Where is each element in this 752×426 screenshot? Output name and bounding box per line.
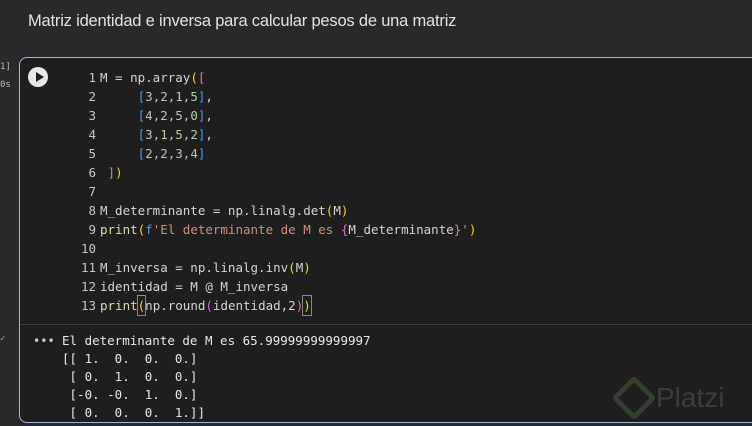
line-number: 1: [88, 70, 96, 85]
line-number: 11: [80, 260, 96, 275]
line-number: 3: [88, 108, 96, 123]
code-line[interactable]: 2 [3,2,1,5],: [62, 87, 476, 106]
code-token: ,: [205, 89, 213, 104]
code-token: 'El determinante de M es: [152, 222, 341, 237]
code-token: np.round: [145, 298, 206, 313]
line-number: 10: [80, 241, 96, 256]
code-line[interactable]: 1 M = np.array([: [62, 68, 476, 87]
code-token: [: [137, 108, 146, 123]
code-token: {: [340, 222, 349, 237]
code-token: ]: [197, 108, 206, 123]
code-token: print: [100, 222, 138, 237]
output-toggle-icon[interactable]: ✓: [0, 334, 5, 344]
code-token: (: [325, 203, 334, 218]
code-token: print: [100, 298, 138, 313]
code-token: M: [333, 203, 341, 218]
code-token: M_inversa = np.linalg.inv: [100, 260, 289, 275]
code-token: M: [295, 260, 304, 275]
output-divider: [20, 324, 752, 325]
code-line[interactable]: 8 M_determinante = np.linalg.det(M): [62, 201, 476, 220]
line-number: 4: [88, 127, 96, 142]
code-token: ): [302, 295, 312, 316]
line-number: 2: [88, 89, 96, 104]
code-token: (: [190, 70, 198, 85]
code-line[interactable]: 12 identidad = M @ M_inversa: [62, 277, 476, 296]
code-token: [: [197, 70, 206, 85]
code-token: (: [136, 295, 147, 316]
line-number: 6: [88, 165, 96, 180]
line-number: 8: [88, 203, 96, 218]
code-token: 2,2,3,4: [145, 146, 198, 161]
code-token: M_determinante: [348, 222, 454, 237]
section-heading: Matriz identidad e inversa para calcular…: [28, 12, 457, 30]
code-token: ': [461, 222, 469, 237]
code-token: ,: [205, 108, 213, 123]
code-token: ): [295, 298, 304, 313]
code-line[interactable]: 9 print(f 'El determinante de M es {M_dete…: [62, 220, 476, 239]
output-menu-button[interactable]: •••: [33, 332, 55, 350]
output-line: [[ 1. 0. 0. 0.]: [62, 351, 198, 366]
code-token: [: [137, 89, 146, 104]
code-token: (: [288, 260, 296, 275]
code-token: 3,1,5,2: [145, 127, 198, 142]
code-token: ]: [197, 89, 206, 104]
line-number: 9: [88, 222, 96, 237]
output-line: [ 0. 1. 0. 0.]: [62, 369, 198, 384]
code-token: ): [303, 260, 311, 275]
code-line[interactable]: 10: [62, 239, 476, 258]
code-line[interactable]: 7: [62, 182, 476, 201]
code-line[interactable]: 13 print(np.round(identidad,2)): [62, 295, 476, 316]
code-token: ): [115, 165, 123, 180]
code-token: }: [453, 222, 462, 237]
code-token: ]: [107, 165, 116, 180]
platzi-logo-icon: [611, 375, 657, 421]
code-line[interactable]: 6 ]): [62, 163, 476, 182]
code-token: [: [137, 146, 146, 161]
line-number: 13: [80, 298, 96, 313]
code-token: ]: [197, 146, 206, 161]
code-token: 3,2,1,5: [145, 89, 198, 104]
code-editor[interactable]: 1M = np.array([2 [3,2,1,5], 3 [4,2,5,0], 4…: [62, 68, 476, 316]
run-cell-button[interactable]: [28, 67, 48, 87]
line-number: 5: [88, 146, 96, 161]
code-token: M_determinante = np.linalg.det: [100, 203, 326, 218]
cell-output: El determinante de M es 65.9999999999999…: [62, 332, 371, 422]
output-line: El determinante de M es 65.9999999999999…: [62, 333, 371, 348]
output-line: [-0. -0. 1. 0.]: [62, 387, 198, 402]
code-token: (: [205, 298, 213, 313]
line-number: 7: [88, 184, 96, 199]
line-number: 12: [80, 279, 96, 294]
code-token: f: [145, 222, 153, 237]
code-token: M = np.array: [100, 70, 191, 85]
code-token: (: [137, 222, 146, 237]
code-token: 4,2,5,0: [145, 108, 198, 123]
execution-count: 1]: [0, 62, 11, 72]
code-line[interactable]: 11 M_inversa = np.linalg.inv(M): [62, 258, 476, 277]
code-line[interactable]: 3 [4,2,5,0],: [62, 106, 476, 125]
code-token: ,: [205, 127, 213, 142]
code-token: identidad,2: [212, 298, 296, 313]
code-line[interactable]: 5 [2,2,3,4]: [62, 144, 476, 163]
platzi-watermark: Platzi: [611, 375, 724, 421]
code-token: ): [468, 222, 477, 237]
code-token: identidad = M @ M_inversa: [100, 279, 289, 294]
code-token: ): [340, 203, 349, 218]
output-line: [ 0. 0. 0. 1.]]: [62, 405, 205, 420]
code-token: ]: [197, 127, 206, 142]
code-line[interactable]: 4 [3,1,5,2],: [62, 125, 476, 144]
execution-time: 0s: [0, 80, 11, 90]
code-token: [: [137, 127, 146, 142]
